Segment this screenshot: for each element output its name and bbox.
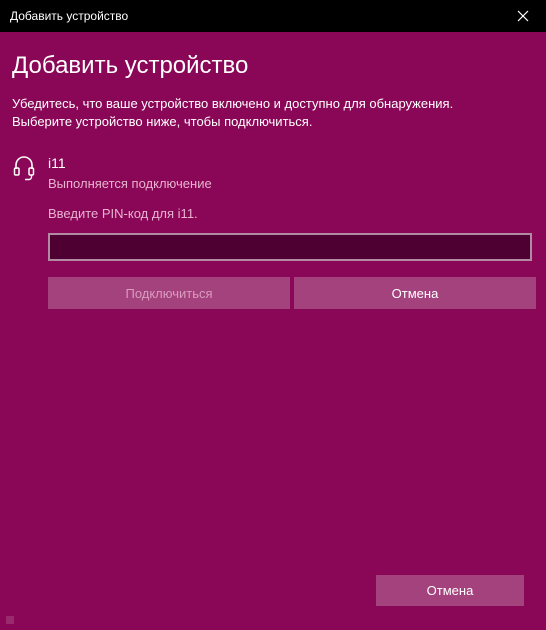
- pin-input[interactable]: [48, 233, 532, 261]
- page-title: Добавить устройство: [12, 52, 249, 79]
- headset-icon: [13, 156, 35, 181]
- instructions-line-1: Убедитесь, что ваше устройство включено …: [12, 96, 454, 111]
- cancel-pairing-button[interactable]: Отмена: [294, 277, 536, 309]
- title-bar: Добавить устройство: [0, 0, 546, 32]
- connect-button-label: Подключиться: [125, 285, 213, 301]
- window-title: Добавить устройство: [10, 9, 129, 23]
- device-name: i11: [48, 155, 66, 171]
- cancel-button[interactable]: Отмена: [376, 575, 524, 606]
- instructions-line-2: Выберите устройство ниже, чтобы подключи…: [12, 114, 313, 129]
- connect-button[interactable]: Подключиться: [48, 277, 290, 309]
- resize-grip[interactable]: [6, 616, 14, 624]
- close-button[interactable]: [500, 0, 546, 32]
- pin-prompt: Введите PIN-код для i11.: [48, 206, 198, 221]
- cancel-button-label: Отмена: [426, 583, 474, 598]
- instructions: Убедитесь, что ваше устройство включено …: [12, 95, 532, 131]
- cancel-pairing-button-label: Отмена: [391, 285, 439, 301]
- device-status: Выполняется подключение: [48, 176, 212, 191]
- close-icon: [517, 10, 529, 22]
